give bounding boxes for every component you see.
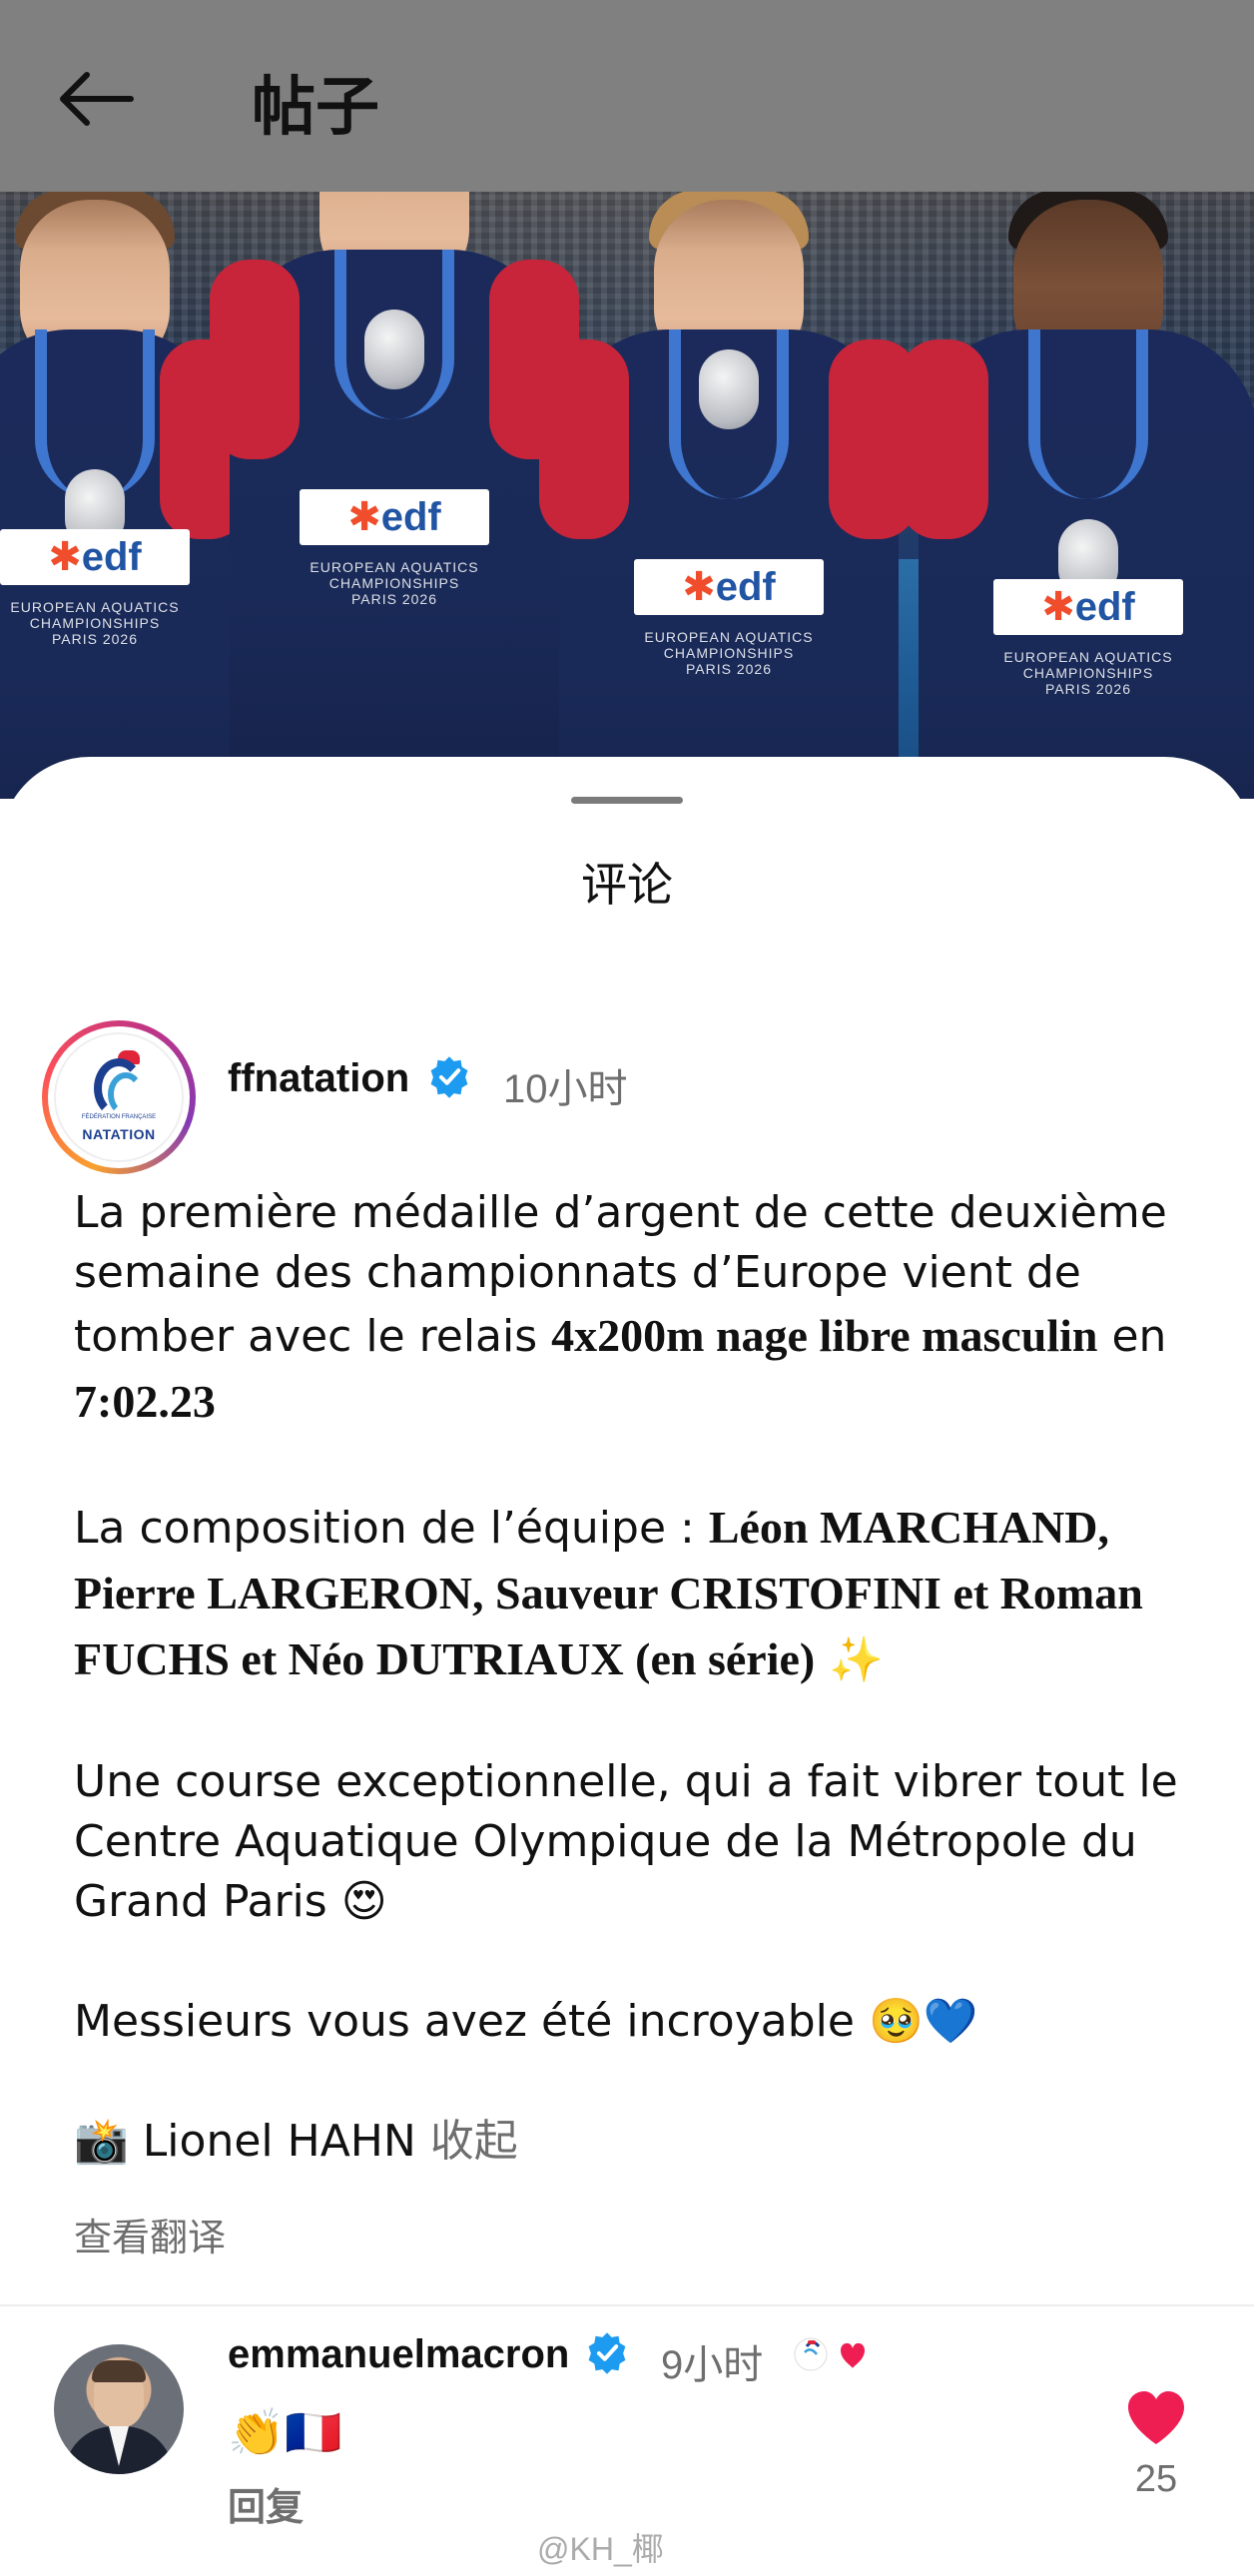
reply-button[interactable]: 回复 bbox=[228, 2476, 304, 2531]
caption-paragraph-4: Messieurs vous avez été incroyable 🥹💙 bbox=[74, 1996, 978, 2047]
author-liked-badge-icon bbox=[794, 2337, 865, 2371]
divider bbox=[0, 2304, 1254, 2306]
post-time: 10小时 bbox=[503, 1067, 628, 1111]
verified-badge-icon bbox=[589, 2332, 626, 2375]
ffn-logo: FÉDÉRATION FRANÇAISE NATATION bbox=[54, 1032, 184, 1162]
comment-time: 9小时 bbox=[661, 2343, 764, 2387]
like-count: 25 bbox=[1134, 2458, 1178, 2500]
post-avatar[interactable]: FÉDÉRATION FRANÇAISE NATATION bbox=[42, 1020, 196, 1174]
back-button[interactable] bbox=[52, 62, 142, 136]
top-bar: 帖子 bbox=[0, 0, 1254, 192]
sheet-title: 评论 bbox=[581, 858, 673, 912]
camera-icon: 📸 bbox=[74, 2116, 129, 2167]
see-translation-link[interactable]: 查看翻译 bbox=[74, 2207, 226, 2261]
verified-badge-icon bbox=[430, 1056, 468, 1099]
sheet-drag-handle[interactable] bbox=[571, 797, 683, 804]
comment-username[interactable]: emmanuelmacron bbox=[228, 2332, 630, 2377]
post-username[interactable]: ffnatation bbox=[228, 1056, 472, 1101]
caption-paragraph-3: Une course exceptionnelle, qui a fait vi… bbox=[74, 1756, 1178, 1927]
heart-filled-icon[interactable] bbox=[1126, 2390, 1186, 2446]
arrow-left-icon bbox=[60, 72, 134, 126]
post-caption: La première médaille d’argent de cette d… bbox=[74, 1183, 1222, 2172]
caption-paragraph-5: 📸 Lionel HAHN 收起 bbox=[74, 2116, 518, 2167]
watermark: @KH_椰 bbox=[537, 2531, 664, 2567]
caption-paragraph-2: La composition de l’équipe : Léon MARCHA… bbox=[74, 1502, 1143, 1685]
comment-avatar[interactable] bbox=[54, 2344, 184, 2474]
page-title: 帖子 bbox=[252, 71, 379, 145]
caption-paragraph-1: La première médaille d’argent de cette d… bbox=[74, 1187, 1167, 1427]
comment-text: 👏🇫🇷 bbox=[228, 2405, 342, 2459]
collapse-link[interactable]: 收起 bbox=[430, 2116, 518, 2167]
